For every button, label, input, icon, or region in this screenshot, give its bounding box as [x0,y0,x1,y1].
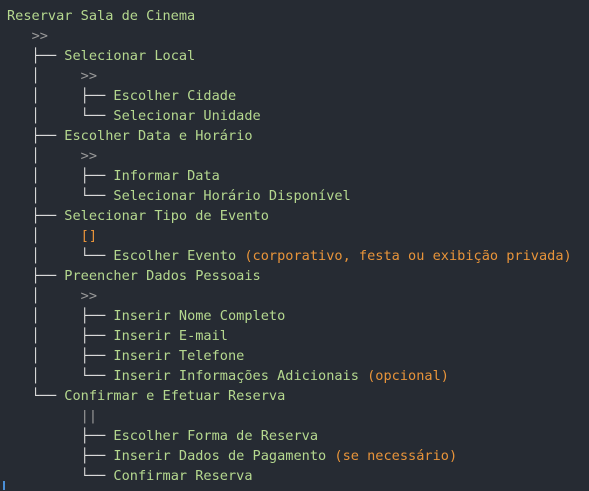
tree-guide: │ [7,68,81,84]
tree-operator: >> [80,288,98,304]
tree-guide: │ └── [7,248,114,264]
tree-guide: │ [7,228,81,244]
tree-node-line: │ ├── Escolher Cidade [7,86,572,106]
tree-operator-line: │ >> [7,286,572,306]
tree-node-line: │ └── Selecionar Horário Disponível [7,186,572,206]
tree-node-line: ├── Escolher Data e Horário [7,126,572,146]
tree-node-line: └── Confirmar Reserva [7,466,572,486]
tree-guide: │ ├── [7,88,114,104]
tree-guide: └── [7,468,114,484]
tree-operator: [] [80,228,98,244]
tree-operator: >> [31,28,48,44]
tree-guide: │ [7,288,81,304]
node-label: Inserir Dados de Pagamento [113,448,335,464]
tree-node-line: ├── Inserir Dados de Pagamento (se neces… [7,446,572,466]
tree-node-line: ├── Preencher Dados Pessoais [7,266,572,286]
tree-operator-line: │ >> [7,146,572,166]
tree-guide: │ [7,148,81,164]
tree-guide: │ ├── [7,348,114,364]
tree-operator-line: │ >> [7,66,572,86]
node-label: Confirmar e Efetuar Reserva [64,388,286,404]
tree-node-line: │ └── Selecionar Unidade [7,106,572,126]
node-label: Escolher Evento [113,248,245,264]
node-label: Selecionar Local [64,48,196,64]
tree-guide: │ ├── [7,168,114,184]
tree-guide: ├── [7,268,65,284]
node-label: Informar Data [113,168,220,184]
tree-guide: ├── [7,48,65,64]
tree-operator: || [80,408,98,424]
tree-guide: │ ├── [7,328,114,344]
node-annotation: (corporativo, festa ou exibição privada) [244,248,572,264]
task-tree: Reservar Sala de Cinema >> ├── Seleciona… [7,6,572,486]
node-label: Inserir Telefone [113,348,245,364]
tree-node-line: │ ├── Informar Data [7,166,572,186]
tree-guide [7,28,32,44]
tree-node-line: Reservar Sala de Cinema [7,6,572,26]
node-annotation: (se necessário) [334,448,458,464]
tree-node-line: └── Confirmar e Efetuar Reserva [7,386,572,406]
tree-node-line: ├── Selecionar Local [7,46,572,66]
node-label: Selecionar Tipo de Evento [64,208,269,224]
node-label: Inserir Nome Completo [113,308,286,324]
tree-guide: │ └── [7,188,114,204]
tree-guide: ├── [7,448,114,464]
tree-guide: ├── [7,128,65,144]
node-label: Reservar Sala de Cinema [7,8,196,24]
text-cursor [3,481,5,490]
node-label: Inserir Informações Adicionais [113,368,368,384]
tree-operator-line: >> [7,26,572,46]
node-label: Escolher Forma de Reserva [113,428,319,444]
tree-operator: >> [80,68,98,84]
node-label: Inserir E-mail [113,328,228,344]
tree-guide: │ └── [7,368,114,384]
tree-operator-line: || [7,406,572,426]
tree-node-line: │ └── Inserir Informações Adicionais (op… [7,366,572,386]
tree-node-line: │ ├── Inserir Telefone [7,346,572,366]
tree-guide [7,408,81,424]
node-label: Escolher Cidade [113,88,237,104]
node-label: Preencher Dados Pessoais [64,268,261,284]
tree-guide: ├── [7,428,114,444]
tree-guide: │ ├── [7,308,114,324]
node-label: Selecionar Unidade [113,108,261,124]
tree-node-line: ├── Selecionar Tipo de Evento [7,206,572,226]
tree-guide: ├── [7,208,65,224]
node-label: Escolher Data e Horário [64,128,253,144]
tree-node-line: │ └── Escolher Evento (corporativo, fest… [7,246,572,266]
node-annotation: (opcional) [367,368,449,384]
tree-guide: └── [7,388,65,404]
tree-node-line: │ ├── Inserir Nome Completo [7,306,572,326]
node-label: Confirmar Reserva [113,468,253,484]
node-label: Selecionar Horário Disponível [113,188,351,204]
tree-operator: >> [80,148,98,164]
tree-node-line: ├── Escolher Forma de Reserva [7,426,572,446]
tree-operator-line: │ [] [7,226,572,246]
tree-guide: │ └── [7,108,114,124]
tree-node-line: │ ├── Inserir E-mail [7,326,572,346]
